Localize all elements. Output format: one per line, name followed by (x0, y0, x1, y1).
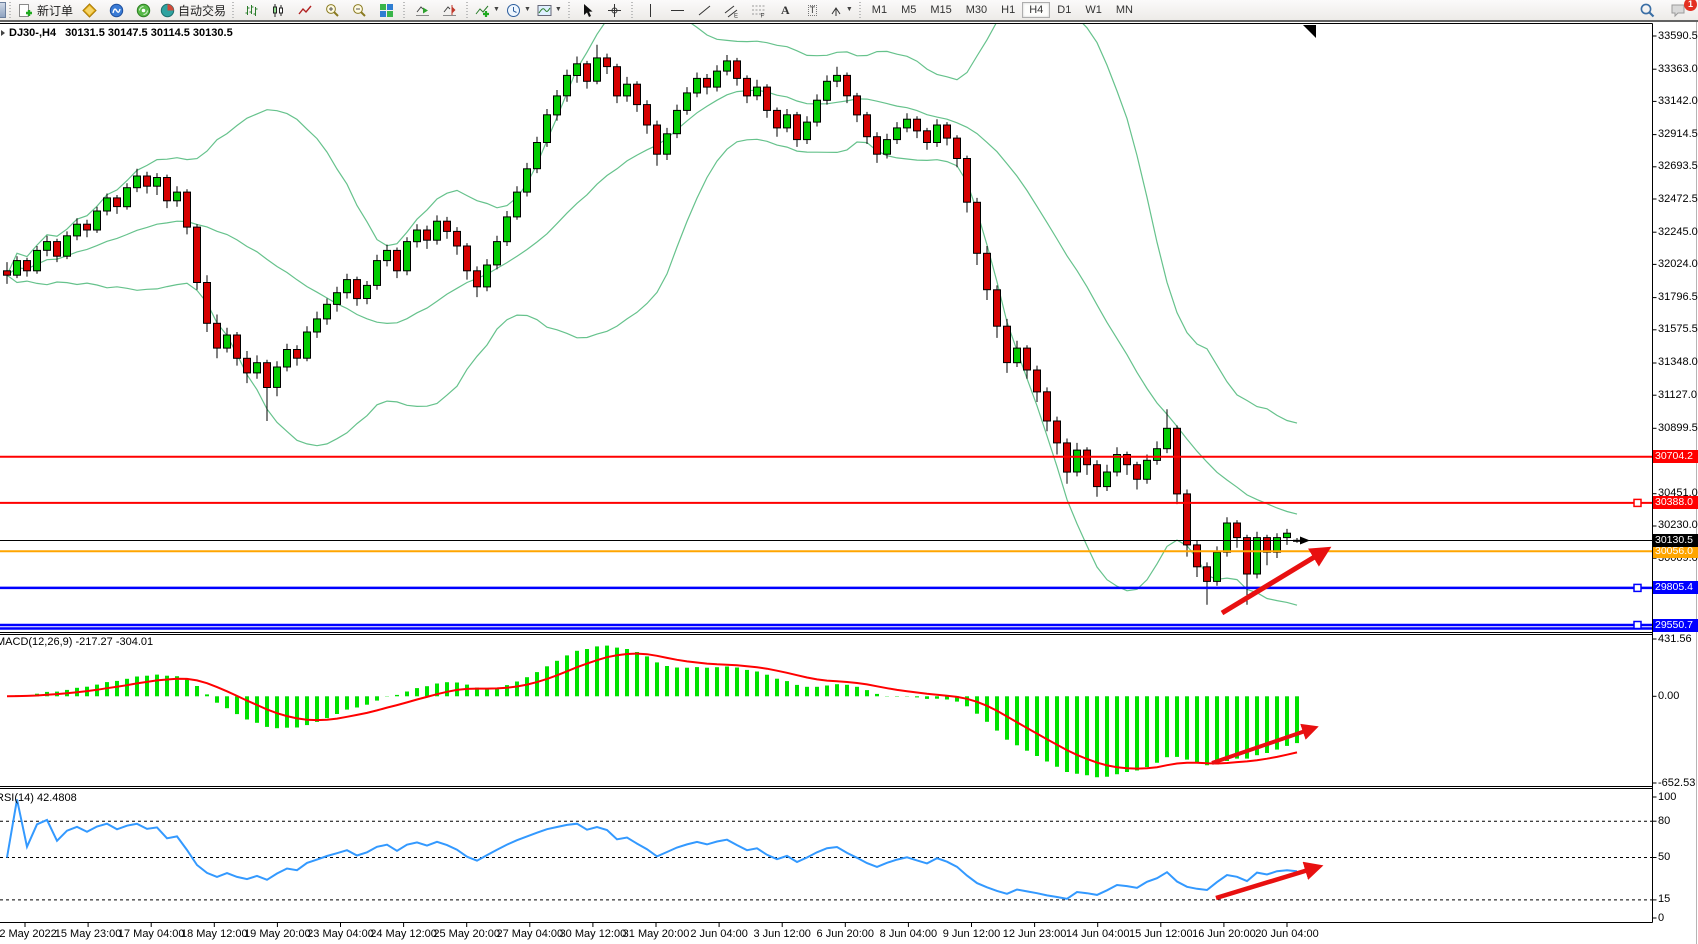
toolbar-grip[interactable] (465, 2, 470, 18)
fibonacci-button[interactable]: F (745, 0, 772, 20)
main-toolbar: 新订单 自动交易 ▼ ▼ (0, 0, 1698, 22)
fibonacci-icon: F (751, 3, 766, 18)
trendline-button[interactable] (691, 0, 718, 20)
vertical-line-button[interactable] (637, 0, 664, 20)
toolbar-grip[interactable] (231, 2, 236, 18)
tile-windows-button[interactable] (373, 0, 400, 20)
bars-chart-icon (244, 3, 259, 18)
zoom-out-icon (352, 3, 367, 18)
timeframe-button-H4[interactable]: H4 (1022, 2, 1050, 18)
arrows-button[interactable]: ▼ (826, 0, 856, 20)
templates-button[interactable]: ▼ (534, 0, 565, 20)
timeframe-button-M5[interactable]: M5 (894, 2, 923, 18)
arrows-tool-icon (829, 3, 843, 18)
dropdown-caret-icon: ▼ (524, 1, 531, 19)
autotrade-icon (160, 3, 175, 18)
crosshair-button[interactable] (601, 0, 628, 20)
text-button[interactable]: A (772, 0, 799, 20)
new-order-label: 新订单 (37, 2, 73, 19)
zoom-in-icon (325, 3, 340, 18)
search-button[interactable] (1634, 0, 1661, 20)
notification-badge: 1 (1684, 0, 1697, 11)
label-button[interactable]: T (799, 0, 826, 20)
trendline-icon (697, 3, 712, 18)
zoom-in-button[interactable] (319, 0, 346, 20)
dropdown-caret-icon: ▼ (493, 1, 500, 19)
market-icon (82, 3, 97, 18)
chart-shift-button[interactable] (436, 0, 463, 20)
autotrade-label: 自动交易 (178, 2, 226, 19)
horizontal-line-button[interactable] (664, 0, 691, 20)
cursor-button[interactable] (574, 0, 601, 20)
timeframe-group: M1M5M15M30H1H4D1W1MN (865, 2, 1140, 18)
signals-icon (136, 3, 151, 18)
timeframe-button-M30[interactable]: M30 (959, 2, 994, 18)
timeframe-button-M1[interactable]: M1 (865, 2, 894, 18)
svg-text:F: F (760, 13, 764, 18)
text-tool-icon: A (781, 3, 790, 18)
channel-button[interactable]: E (718, 0, 745, 20)
notifications-button[interactable]: 1 (1665, 0, 1692, 20)
auto-scroll-button[interactable] (409, 0, 436, 20)
line-chart-icon (298, 3, 313, 18)
tile-windows-icon (379, 3, 394, 18)
community-icon (109, 3, 124, 18)
chart-shift-icon (442, 3, 457, 18)
dropdown-caret-icon: ▼ (555, 1, 562, 19)
label-tool-icon: T (808, 5, 818, 16)
channel-icon: E (724, 3, 739, 18)
vertical-line-icon (643, 3, 658, 18)
cursor-icon (580, 3, 595, 18)
horizontal-line-icon (670, 3, 685, 18)
toolbar-grip[interactable] (567, 2, 572, 18)
clock-icon (506, 3, 521, 18)
bars-chart-button[interactable] (238, 0, 265, 20)
chart-canvas[interactable] (0, 0, 1698, 944)
auto-scroll-icon (415, 3, 430, 18)
indicators-button[interactable]: ▼ (472, 0, 503, 20)
app-edge-icon (0, 2, 6, 18)
timeframe-button-W1[interactable]: W1 (1078, 2, 1109, 18)
dropdown-caret-icon: ▼ (846, 1, 853, 19)
indicators-icon (475, 3, 490, 18)
crosshair-icon (607, 3, 622, 18)
toolbar-grip[interactable] (8, 2, 13, 18)
timeframe-button-D1[interactable]: D1 (1050, 2, 1078, 18)
timeframe-button-MN[interactable]: MN (1109, 2, 1140, 18)
timeframe-button-H1[interactable]: H1 (994, 2, 1022, 18)
toolbar-grip[interactable] (858, 2, 863, 18)
periods-button[interactable]: ▼ (503, 0, 534, 20)
line-chart-button[interactable] (292, 0, 319, 20)
timeframe-button-M15[interactable]: M15 (923, 2, 958, 18)
toolbar-grip[interactable] (402, 2, 407, 18)
template-icon (537, 3, 552, 18)
mt4-window: { "toolbar": { "new_order_label": "新订单",… (0, 0, 1698, 944)
toolbar-right: 1 (1634, 0, 1698, 20)
candles-chart-button[interactable] (265, 0, 292, 20)
zoom-out-button[interactable] (346, 0, 373, 20)
autotrade-button[interactable]: 自动交易 (157, 0, 229, 20)
community-button[interactable] (103, 0, 130, 20)
toolbar-grip[interactable] (630, 2, 635, 18)
svg-text:E: E (734, 13, 738, 18)
new-order-button[interactable]: 新订单 (15, 0, 76, 20)
candles-chart-icon (271, 3, 286, 18)
market-button[interactable] (76, 0, 103, 20)
new-order-icon (18, 3, 34, 18)
signals-button[interactable] (130, 0, 157, 20)
search-icon (1639, 2, 1656, 19)
